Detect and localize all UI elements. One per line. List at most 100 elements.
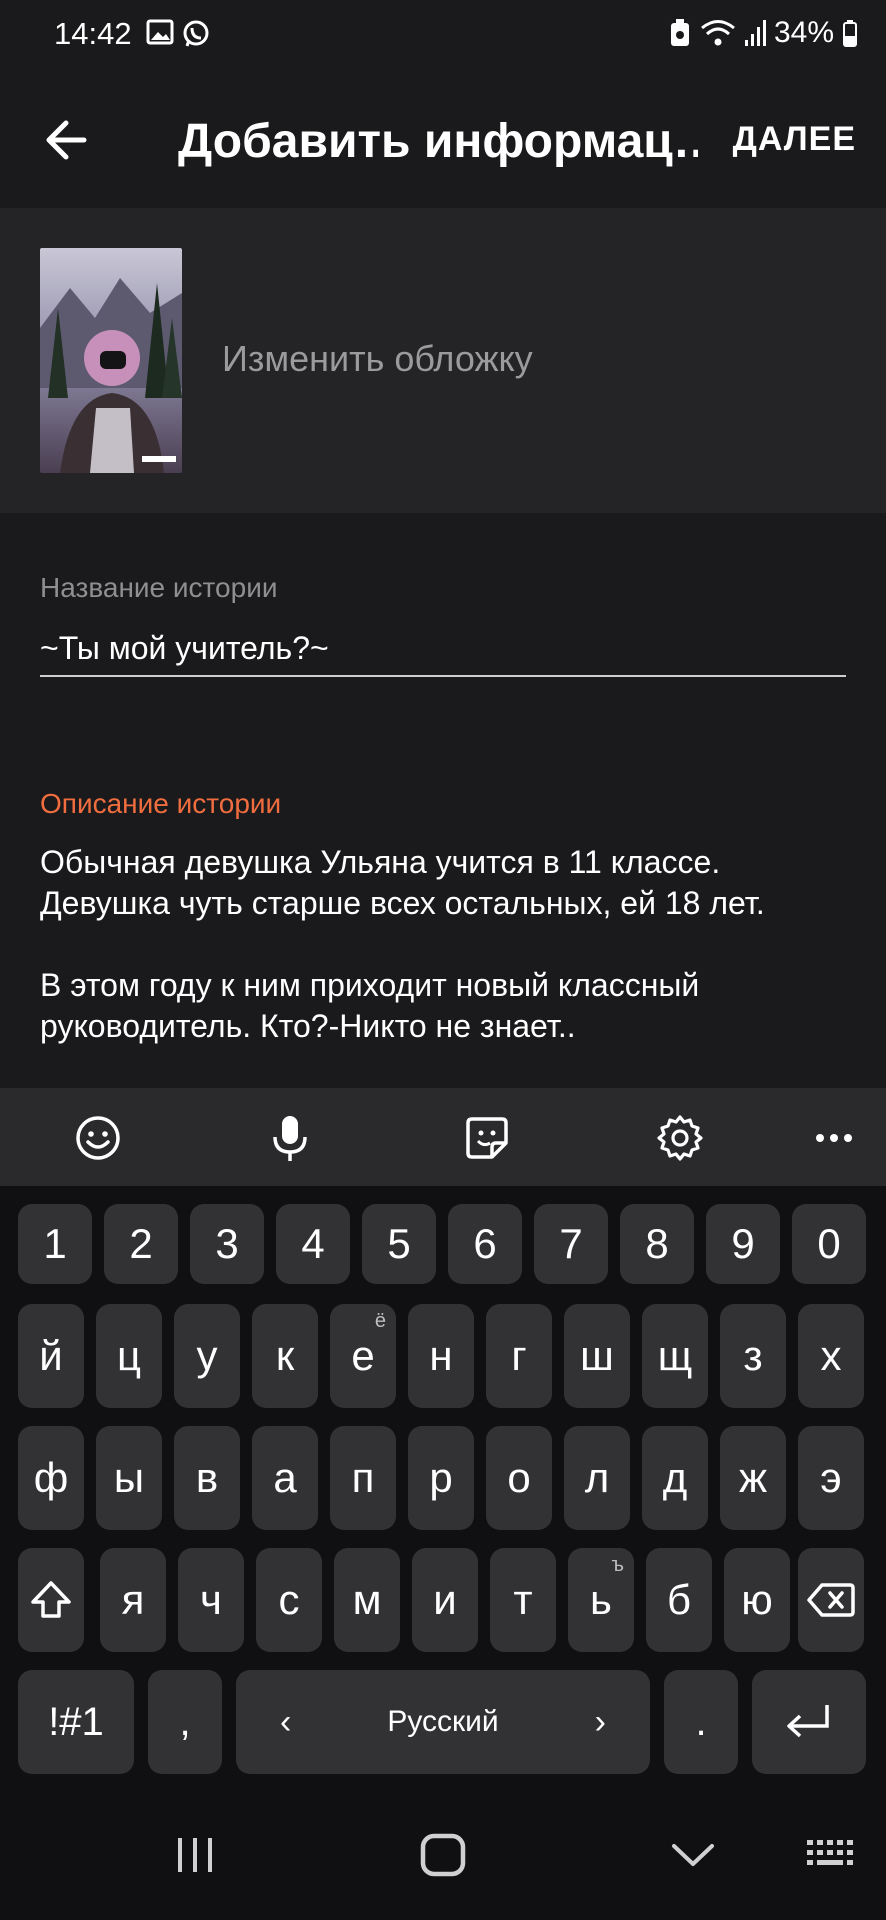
- status-right-icons: 34%: [668, 16, 858, 50]
- key-letter[interactable]: у: [174, 1304, 240, 1408]
- key-1[interactable]: 1: [18, 1204, 92, 1284]
- keyboard-settings-button[interactable]: [652, 1110, 708, 1166]
- key-letter[interactable]: а: [252, 1426, 318, 1530]
- arrow-back-icon: [46, 120, 87, 160]
- space-language-label: Русский: [387, 1705, 499, 1738]
- chevron-down-icon: [672, 1844, 714, 1866]
- key-letter[interactable]: т: [490, 1548, 556, 1652]
- hide-keyboard-button[interactable]: [658, 1825, 728, 1885]
- cursor-left-arrow: ‹: [280, 1702, 292, 1741]
- key-letter[interactable]: щ: [642, 1304, 708, 1408]
- key-letter[interactable]: р: [408, 1426, 474, 1530]
- recent-apps-button[interactable]: [160, 1825, 230, 1885]
- key-6[interactable]: 6: [448, 1204, 522, 1284]
- story-description-label: Описание истории: [40, 788, 282, 819]
- next-button[interactable]: ДАЛЕЕ: [733, 120, 856, 159]
- more-icon: [816, 1134, 852, 1142]
- comma-key[interactable]: ,: [148, 1670, 222, 1774]
- space-key[interactable]: ‹ Русский ›: [236, 1670, 650, 1774]
- emoji-icon: [76, 1116, 120, 1160]
- story-title-input[interactable]: ~Ты мой учитель?~: [40, 630, 329, 667]
- key-label: е: [351, 1332, 375, 1379]
- key-letter[interactable]: я: [100, 1548, 166, 1652]
- keyboard-switch-button[interactable]: [796, 1825, 866, 1885]
- key-letter[interactable]: д: [642, 1426, 708, 1530]
- keyboard-toolbar: [0, 1088, 886, 1186]
- enter-icon: [787, 1705, 829, 1738]
- key-letter-e[interactable]: е ё: [330, 1304, 396, 1408]
- story-title-underline: [40, 675, 846, 677]
- key-8[interactable]: 8: [620, 1204, 694, 1284]
- key-letter[interactable]: л: [564, 1426, 630, 1530]
- key-letter[interactable]: г: [486, 1304, 552, 1408]
- key-letter[interactable]: э: [798, 1426, 864, 1530]
- key-0[interactable]: 0: [792, 1204, 866, 1284]
- recent-apps-icon: [178, 1838, 212, 1872]
- key-letter[interactable]: х: [798, 1304, 864, 1408]
- description-line: руководитель. Кто?-Никто не знает..: [40, 1008, 576, 1044]
- description-line: В этом году к ним приходит новый классны…: [40, 967, 700, 1003]
- key-letter-soft-sign[interactable]: ь ъ: [568, 1548, 634, 1652]
- status-left-icons: [146, 18, 216, 53]
- key-letter[interactable]: б: [646, 1548, 712, 1652]
- story-title-label: Название истории: [40, 572, 278, 603]
- key-9[interactable]: 9: [706, 1204, 780, 1284]
- whatsapp-icon: [183, 20, 209, 47]
- description-line: [40, 924, 860, 965]
- key-letter[interactable]: ы: [96, 1426, 162, 1530]
- home-button[interactable]: [408, 1825, 478, 1885]
- cover-panel[interactable]: Изменить обложку: [0, 208, 886, 513]
- signal-icon: [744, 20, 766, 46]
- key-letter[interactable]: о: [486, 1426, 552, 1530]
- key-letter[interactable]: ш: [564, 1304, 630, 1408]
- cover-image[interactable]: [40, 248, 182, 473]
- keyboard-icon: [807, 1840, 853, 1865]
- key-label: ь: [590, 1576, 612, 1623]
- wifi-icon: [701, 20, 735, 46]
- more-options-button[interactable]: [806, 1110, 862, 1166]
- status-bar: 14:42 34%: [0, 0, 886, 70]
- key-hint: ъ: [611, 1554, 625, 1576]
- key-letter[interactable]: ч: [178, 1548, 244, 1652]
- key-letter[interactable]: и: [412, 1548, 478, 1652]
- description-line: Девушка чуть старше всех остальных, ей 1…: [40, 885, 765, 921]
- sticker-button[interactable]: [459, 1110, 515, 1166]
- back-button[interactable]: [40, 110, 100, 170]
- sticker-icon: [466, 1117, 508, 1159]
- key-5[interactable]: 5: [362, 1204, 436, 1284]
- key-letter[interactable]: м: [334, 1548, 400, 1652]
- key-letter[interactable]: й: [18, 1304, 84, 1408]
- shift-icon: [31, 1581, 71, 1618]
- key-letter[interactable]: з: [720, 1304, 786, 1408]
- symbols-key[interactable]: !#1: [18, 1670, 134, 1774]
- cursor-right-arrow: ›: [594, 1702, 606, 1741]
- key-letter[interactable]: п: [330, 1426, 396, 1530]
- key-4[interactable]: 4: [276, 1204, 350, 1284]
- app-bar: Добавить информац… ДАЛЕЕ: [0, 70, 886, 208]
- battery-icon: [843, 20, 857, 47]
- key-letter[interactable]: в: [174, 1426, 240, 1530]
- change-cover-button[interactable]: Изменить обложку: [222, 338, 533, 380]
- key-letter[interactable]: к: [252, 1304, 318, 1408]
- key-7[interactable]: 7: [534, 1204, 608, 1284]
- key-3[interactable]: 3: [190, 1204, 264, 1284]
- key-letter[interactable]: ю: [724, 1548, 790, 1652]
- home-icon: [420, 1833, 466, 1877]
- key-letter[interactable]: н: [408, 1304, 474, 1408]
- key-2[interactable]: 2: [104, 1204, 178, 1284]
- key-letter[interactable]: ц: [96, 1304, 162, 1408]
- key-letter[interactable]: ф: [18, 1426, 84, 1530]
- status-time: 14:42: [54, 16, 132, 51]
- shift-key[interactable]: [18, 1548, 84, 1652]
- key-letter[interactable]: с: [256, 1548, 322, 1652]
- emoji-button[interactable]: [70, 1110, 126, 1166]
- voice-input-button[interactable]: [262, 1110, 318, 1166]
- period-key[interactable]: .: [664, 1670, 738, 1774]
- key-hint: ё: [374, 1310, 386, 1332]
- enter-key[interactable]: [752, 1670, 866, 1774]
- backspace-key[interactable]: [798, 1548, 864, 1652]
- key-letter[interactable]: ж: [720, 1426, 786, 1530]
- story-description-input[interactable]: Обычная девушка Ульяна учится в 11 класс…: [40, 842, 860, 1047]
- battery-saver-icon: [670, 19, 689, 46]
- keyboard: 1 2 3 4 5 6 7 8 9 0 й ц у к е ё н г ш щ …: [0, 1186, 886, 1781]
